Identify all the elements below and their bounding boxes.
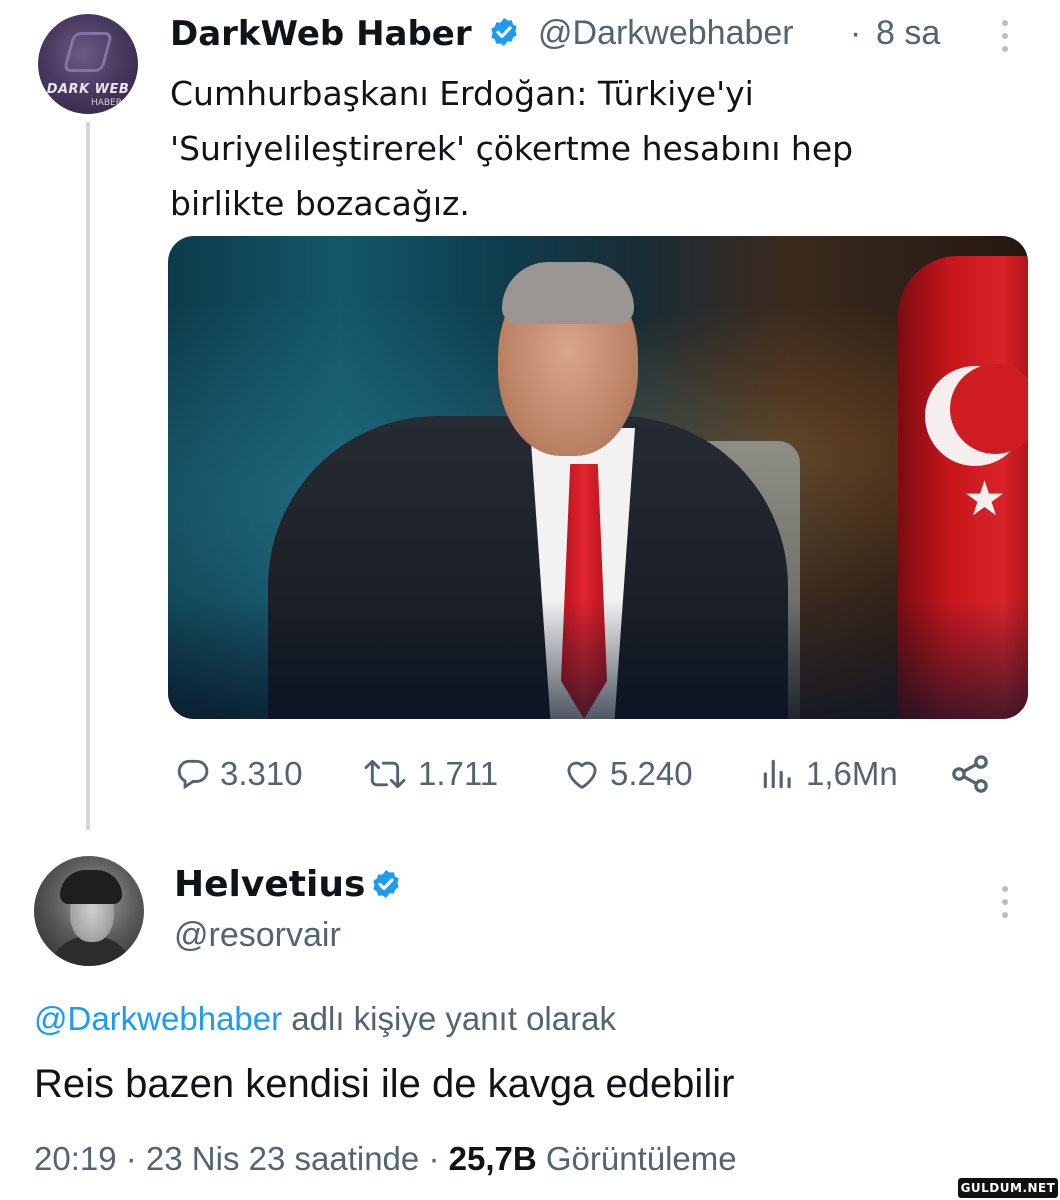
verified-badge-icon [373, 870, 399, 898]
reply-text: Reis bazen kendisi ile de kavga edebilir [34, 1062, 735, 1106]
share-nodes-icon [952, 755, 988, 793]
like-button[interactable]: 5.240 [562, 752, 693, 796]
site-watermark: GULDUM.NET [958, 1178, 1058, 1198]
reply-date[interactable]: 23 Nis 23 saatinde [146, 1140, 419, 1177]
avatar-logo-text: DARK WEB [46, 82, 130, 97]
tweet-text-line: Cumhurbaşkanı Erdoğan: Türkiye'yi [170, 74, 754, 113]
heart-icon [567, 761, 597, 789]
darkweb-haber-avatar[interactable]: DARK WEB HABER [38, 14, 138, 114]
avatar-logo-subtext: HABER [90, 98, 122, 108]
more-options-icon[interactable] [1000, 886, 1010, 926]
view-count: 1,6Mn [806, 755, 898, 792]
meta-separator: · [116, 1140, 146, 1177]
retweet-icon [364, 759, 406, 789]
replying-to-label: adlı kişiye yanıt olarak [282, 1000, 616, 1037]
handle-time-separator: · [850, 14, 862, 52]
retweet-button[interactable]: 1.711 [360, 752, 498, 796]
helvetius-avatar[interactable] [34, 856, 144, 966]
reply-button[interactable]: 3.310 [174, 752, 303, 796]
tweet-actions-bar: 3.310 1.711 5.240 1,6Mn [0, 752, 1060, 796]
reply-count: 3.310 [220, 755, 303, 792]
retweet-count: 1.711 [418, 755, 499, 792]
replying-to-line: @Darkwebhaber adlı kişiye yanıt olarak [34, 1000, 616, 1038]
reply-author-handle[interactable]: @resorvair [174, 916, 341, 955]
tweet-text-line: birlikte bozacağız. [170, 184, 470, 223]
tweet-text-line: 'Suriyelileştirerek' çökertme hesabını h… [170, 129, 854, 168]
darkweb-logo-mark [62, 32, 114, 72]
analytics-bars-icon [763, 759, 791, 789]
reply-view-count: 25,7B [448, 1140, 537, 1177]
reply-icon [177, 759, 209, 790]
tweet-media-photo[interactable]: ★ [168, 236, 1028, 719]
reply-time[interactable]: 20:19 [34, 1140, 117, 1177]
tweet-timestamp[interactable]: 8 sa [876, 14, 940, 53]
tweet-author-handle[interactable]: @Darkwebhaber [538, 14, 794, 53]
tweet-text: Cumhurbaşkanı Erdoğan: Türkiye'yi 'Suriy… [170, 66, 970, 231]
meta-separator: · [419, 1140, 449, 1177]
tweet-author-name[interactable]: DarkWeb Haber [170, 14, 472, 54]
reply-author-name[interactable]: Helvetius [174, 864, 365, 905]
reply-views-label: Görüntüleme [536, 1140, 737, 1177]
verified-badge-icon [491, 18, 517, 46]
thread-connector-line [86, 122, 90, 830]
like-count: 5.240 [610, 755, 693, 792]
views-button[interactable]: 1,6Mn [758, 752, 898, 796]
more-options-icon[interactable] [1000, 20, 1010, 60]
share-button[interactable] [948, 752, 992, 796]
replying-to-mention-link[interactable]: @Darkwebhaber [34, 1000, 282, 1037]
reply-meta-line: 20:19 · 23 Nis 23 saatinde · 25,7B Görün… [34, 1140, 737, 1178]
